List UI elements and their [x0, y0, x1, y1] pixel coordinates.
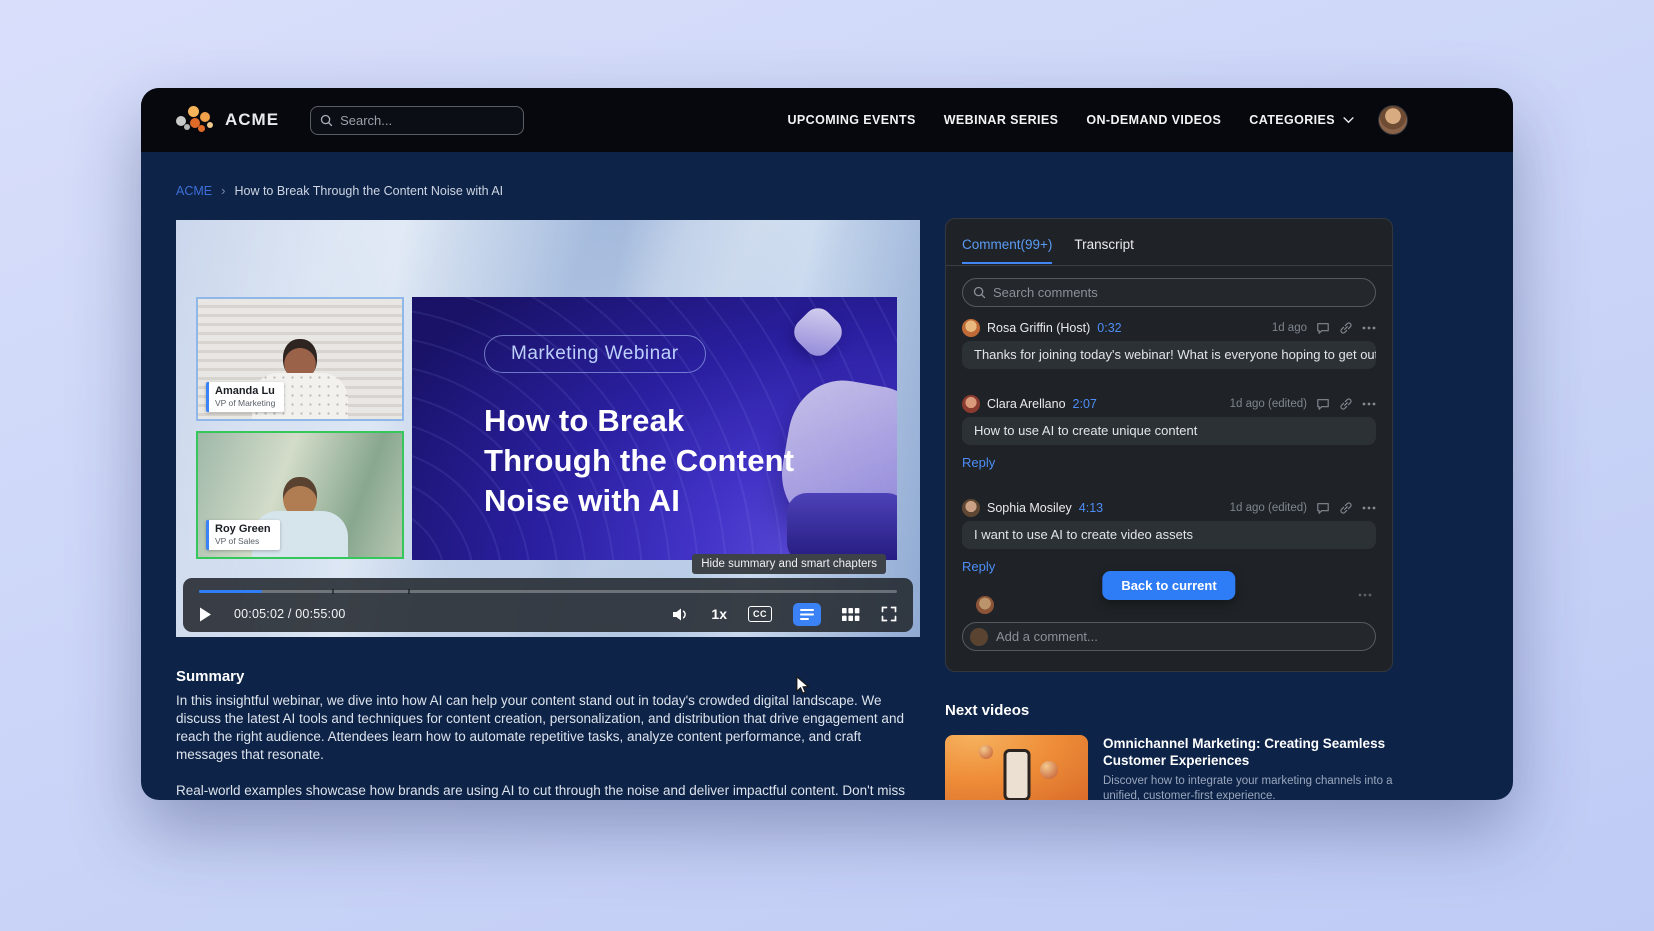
- comment-header: Rosa Griffin (Host) 0:32 1d ago: [962, 319, 1376, 337]
- comment-timestamp-link[interactable]: 4:13: [1079, 501, 1103, 515]
- comment-header: Clara Arellano 2:07 1d ago (edited): [962, 395, 1376, 413]
- slide-title: How to Break Through the Content Noise w…: [484, 401, 794, 521]
- breadcrumb-separator-icon: ›: [221, 183, 225, 198]
- next-video-description: Discover how to integrate your marketing…: [1103, 774, 1399, 800]
- controls-row: 00:05:02 / 00:55:00 1x CC: [199, 600, 897, 628]
- more-options-icon: [1358, 593, 1372, 597]
- thumbnail-decor: [979, 745, 993, 759]
- comment-composer[interactable]: [962, 622, 1376, 651]
- nav-webinar-series[interactable]: WEBINAR SERIES: [944, 113, 1059, 127]
- thumbnail-decor: [1040, 761, 1058, 779]
- user-avatar[interactable]: [1378, 105, 1408, 135]
- video-player[interactable]: Amanda Lu VP of Marketing Roy Green VP o…: [176, 220, 920, 637]
- search-icon: [973, 286, 986, 299]
- copy-link-icon[interactable]: [1339, 321, 1353, 335]
- top-navbar: ACME UPCOMING EVENTS WEBINAR SERIES ON-D…: [141, 88, 1513, 152]
- thumbnail-phone-illustration: [1003, 749, 1030, 800]
- brand-name: ACME: [225, 110, 279, 130]
- summary-paragraph-1: In this insightful webinar, we dive into…: [176, 692, 920, 764]
- tab-comments[interactable]: Comment(99+): [962, 237, 1052, 264]
- comment-search[interactable]: [962, 278, 1376, 307]
- summary-paragraph-2: Real-world examples showcase how brands …: [176, 782, 920, 800]
- chevron-down-icon: [1343, 117, 1354, 124]
- app-window: ACME UPCOMING EVENTS WEBINAR SERIES ON-D…: [141, 88, 1513, 800]
- avatar: [962, 395, 980, 413]
- copy-link-icon[interactable]: [1339, 501, 1353, 515]
- seek-progress: [199, 590, 262, 593]
- avatar: [962, 319, 980, 337]
- speaker-video-roy: Roy Green VP of Sales: [196, 431, 404, 559]
- captions-button[interactable]: CC: [748, 606, 772, 622]
- comments-panel: Comment(99+) Transcript Rosa Griffin (Ho…: [945, 218, 1393, 672]
- panel-tabs: Comment(99+) Transcript: [962, 237, 1376, 264]
- seek-bar[interactable]: [199, 590, 897, 593]
- chapter-marker: [408, 589, 410, 594]
- more-options-icon[interactable]: [1362, 402, 1376, 406]
- comment-text: I want to use AI to create video assets: [962, 521, 1376, 549]
- comment-text: Thanks for joining today's webinar! What…: [962, 341, 1376, 369]
- speaker-name-tag-roy: Roy Green VP of Sales: [206, 520, 280, 550]
- next-video-thumbnail[interactable]: [945, 735, 1088, 800]
- global-search[interactable]: [310, 106, 524, 135]
- avatar: [970, 628, 988, 646]
- comment-text: How to use AI to create unique content: [962, 417, 1376, 445]
- next-videos-heading: Next videos: [945, 702, 1029, 719]
- slide-badge: Marketing Webinar: [484, 335, 706, 373]
- navbar-links: UPCOMING EVENTS WEBINAR SERIES ON-DEMAND…: [787, 105, 1408, 135]
- more-options-icon[interactable]: [1362, 506, 1376, 510]
- transcript-toggle-button[interactable]: [793, 603, 821, 626]
- nav-on-demand-videos[interactable]: ON-DEMAND VIDEOS: [1086, 113, 1221, 127]
- next-video-info: Omnichannel Marketing: Creating Seamless…: [1103, 735, 1399, 800]
- reply-bubble-icon[interactable]: [1316, 322, 1330, 335]
- reply-bubble-icon[interactable]: [1316, 398, 1330, 411]
- comment-search-input[interactable]: [993, 285, 1365, 300]
- tab-transcript[interactable]: Transcript: [1074, 237, 1134, 264]
- next-video-card[interactable]: Omnichannel Marketing: Creating Seamless…: [945, 735, 1405, 800]
- search-input[interactable]: [340, 113, 514, 128]
- nav-upcoming-events[interactable]: UPCOMING EVENTS: [787, 113, 915, 127]
- add-comment-input[interactable]: [996, 629, 1368, 644]
- reply-bubble-icon[interactable]: [1316, 502, 1330, 515]
- acme-logo-icon: [176, 105, 216, 135]
- volume-icon[interactable]: [672, 607, 690, 622]
- breadcrumb-current: How to Break Through the Content Noise w…: [234, 184, 503, 198]
- comment-timestamp-link[interactable]: 0:32: [1097, 321, 1121, 335]
- tabs-divider: [946, 265, 1392, 266]
- search-icon: [320, 114, 333, 127]
- reply-link[interactable]: Reply: [962, 559, 995, 574]
- brand-logo[interactable]: ACME: [176, 105, 279, 135]
- transcript-toggle-tooltip: Hide summary and smart chapters: [692, 554, 886, 574]
- video-controls-bar: 00:05:02 / 00:55:00 1x CC: [183, 578, 913, 632]
- speaker-video-amanda: Amanda Lu VP of Marketing: [196, 297, 404, 421]
- back-to-current-button[interactable]: Back to current: [1102, 571, 1235, 600]
- time-display: 00:05:02 / 00:55:00: [234, 607, 346, 621]
- slide-decor-pedestal: [787, 493, 897, 560]
- chapters-grid-button[interactable]: [842, 607, 860, 622]
- reply-link[interactable]: Reply: [962, 455, 995, 470]
- copy-link-icon[interactable]: [1339, 397, 1353, 411]
- breadcrumb-home-link[interactable]: ACME: [176, 184, 212, 198]
- breadcrumb: ACME › How to Break Through the Content …: [176, 183, 503, 198]
- avatar: [976, 596, 994, 614]
- comment-header: Sophia Mosiley 4:13 1d ago (edited): [962, 499, 1376, 517]
- more-options-icon[interactable]: [1362, 326, 1376, 330]
- summary-heading: Summary: [176, 668, 244, 685]
- fullscreen-button[interactable]: [881, 606, 897, 622]
- slide-decor-shape-small: [788, 302, 847, 361]
- comment-timestamp-link[interactable]: 2:07: [1073, 397, 1097, 411]
- nav-categories[interactable]: CATEGORIES: [1249, 113, 1354, 127]
- play-button[interactable]: [199, 607, 212, 622]
- avatar: [962, 499, 980, 517]
- next-video-title[interactable]: Omnichannel Marketing: Creating Seamless…: [1103, 735, 1399, 769]
- presentation-slide: Marketing Webinar How to Break Through t…: [412, 297, 897, 560]
- speaker-name-tag-amanda: Amanda Lu VP of Marketing: [206, 382, 284, 412]
- playback-speed-button[interactable]: 1x: [711, 606, 727, 622]
- chapter-marker: [332, 589, 334, 594]
